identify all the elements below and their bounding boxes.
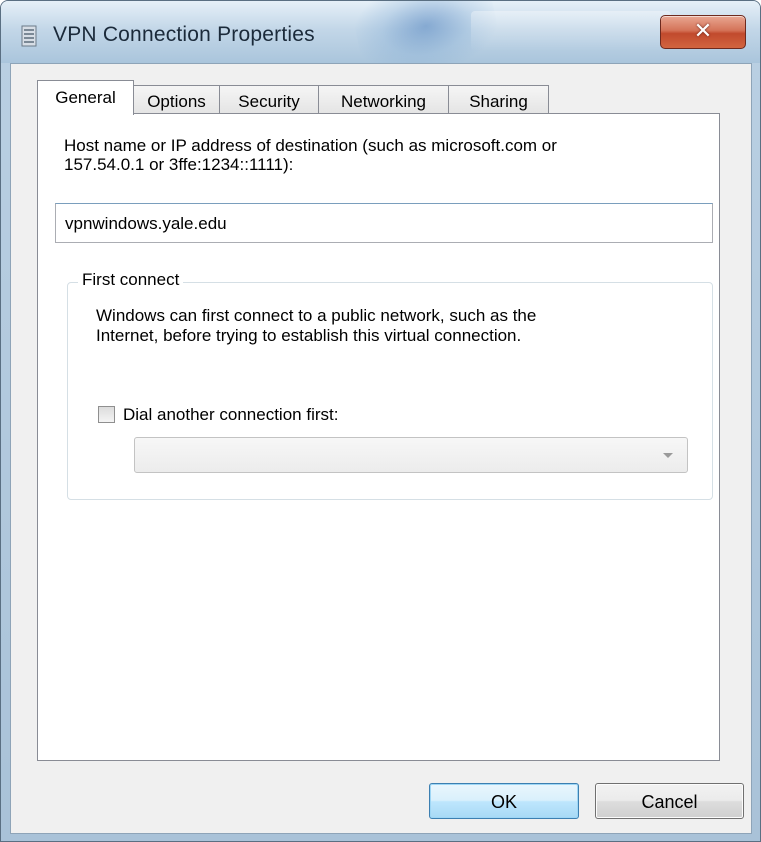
first-connect-line2: Internet, before trying to establish thi… <box>96 326 522 345</box>
tab-networking[interactable]: Networking <box>318 85 449 114</box>
dialog-body: General Options Security Networking Shar… <box>10 63 752 834</box>
cancel-button[interactable]: Cancel <box>595 783 744 819</box>
first-connect-legend: First connect <box>78 270 184 290</box>
tab-general[interactable]: General <box>37 80 134 115</box>
first-connect-line1: Windows can first connect to a public ne… <box>96 306 537 325</box>
chevron-down-icon <box>663 453 673 458</box>
close-icon: ✕ <box>693 19 713 44</box>
host-name-input[interactable]: vpnwindows.yale.edu <box>55 203 713 243</box>
host-description-line1: Host name or IP address of destination (… <box>64 136 557 155</box>
dialog-window: VPN Connection Properties ✕ General Opti… <box>0 0 761 842</box>
tab-panel-general: Host name or IP address of destination (… <box>37 113 720 761</box>
connection-dropdown[interactable] <box>134 437 688 473</box>
dial-another-connection-checkbox[interactable] <box>98 406 115 423</box>
title-bar[interactable]: VPN Connection Properties ✕ <box>1 1 760 63</box>
dial-another-connection-label[interactable]: Dial another connection first: <box>123 405 338 425</box>
ok-button[interactable]: OK <box>429 783 579 819</box>
network-connection-icon <box>21 25 37 47</box>
host-description-line2: 157.54.0.1 or 3ffe:1234::1111): <box>64 155 294 174</box>
tab-sharing[interactable]: Sharing <box>448 85 549 114</box>
host-name-value: vpnwindows.yale.edu <box>65 214 227 233</box>
window-title: VPN Connection Properties <box>53 23 315 46</box>
first-connect-description: Windows can first connect to a public ne… <box>96 306 696 346</box>
close-button[interactable]: ✕ <box>660 15 746 49</box>
tab-options[interactable]: Options <box>133 85 220 114</box>
title-bar-reflection <box>471 11 671 51</box>
tab-security[interactable]: Security <box>219 85 319 114</box>
host-description: Host name or IP address of destination (… <box>64 136 704 174</box>
